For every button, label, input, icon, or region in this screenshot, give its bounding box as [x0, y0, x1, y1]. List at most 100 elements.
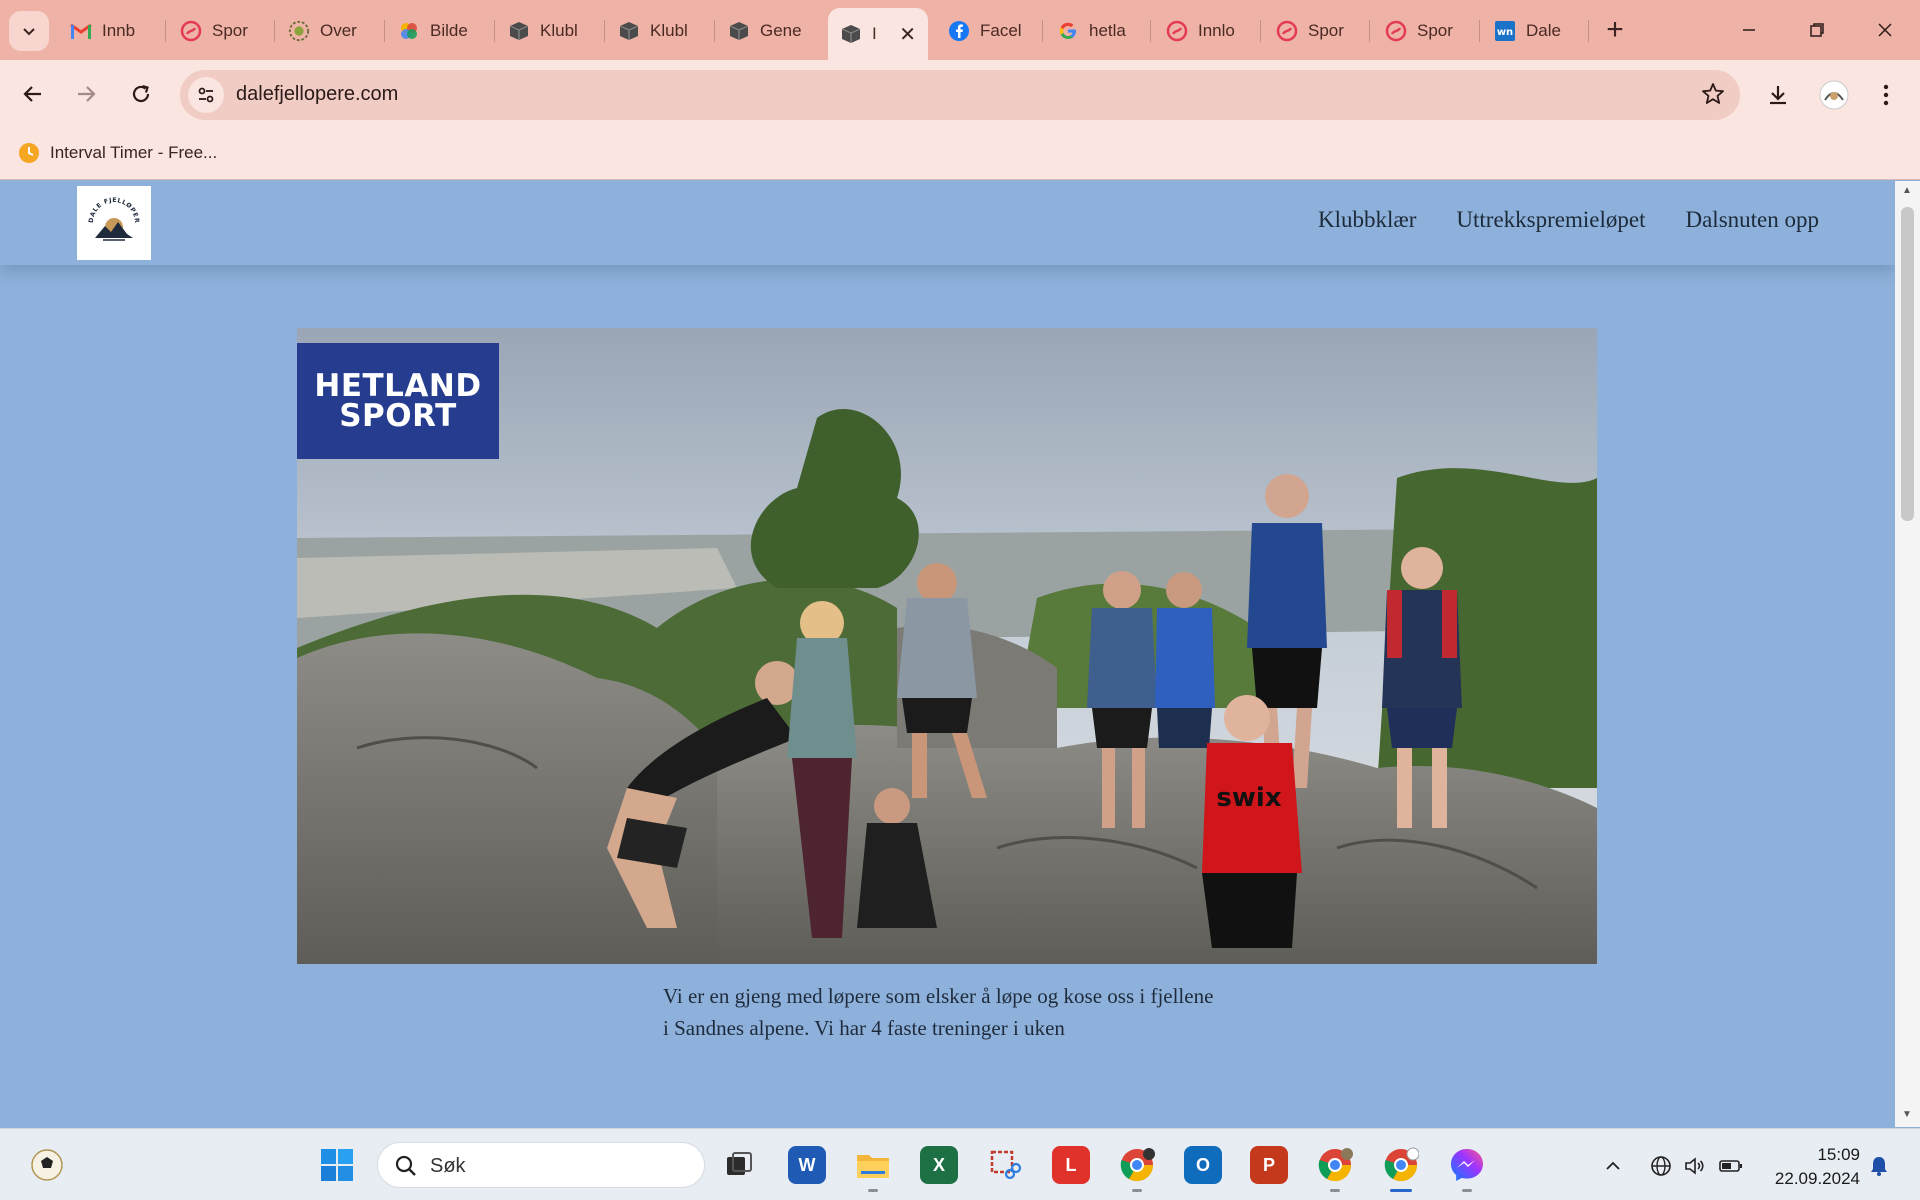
site-logo[interactable]: DALE FJELLØPERE	[77, 186, 151, 260]
page-scrollbar[interactable]: ▲ ▼	[1895, 181, 1920, 1127]
bookmarks-bar: Interval Timer - Free...	[0, 128, 1920, 180]
show-hidden-icons-button[interactable]	[1598, 1151, 1628, 1181]
tab-dale-webnode[interactable]: wn Dale	[1482, 12, 1584, 50]
chrome-icon	[1318, 1148, 1353, 1182]
forward-button[interactable]	[67, 75, 105, 113]
bookmark-star-icon[interactable]	[1700, 81, 1726, 112]
tab-label: Innlo	[1198, 21, 1235, 40]
tab-google[interactable]: hetla	[1045, 12, 1147, 50]
task-view-button[interactable]	[720, 1146, 758, 1184]
minimize-button[interactable]	[1726, 12, 1772, 48]
outlook-app-button[interactable]: O	[1184, 1146, 1222, 1184]
excel-app-button[interactable]: X	[920, 1146, 958, 1184]
sponsor-line: HETLAND	[314, 368, 482, 404]
clock-date: 22.09.2024	[1774, 1169, 1860, 1188]
tab-gmail[interactable]: Innb	[58, 12, 160, 50]
outlook-icon: O	[1195, 1154, 1210, 1175]
strava-icon	[180, 20, 202, 42]
bookmark-interval-timer[interactable]: Interval Timer - Free...	[18, 142, 217, 164]
new-tab-button[interactable]: +	[1598, 14, 1632, 48]
word-icon: W	[798, 1154, 816, 1175]
nav-uttrekkspremielopet[interactable]: Uttrekkspremieløpet	[1456, 207, 1645, 233]
windows-logo-icon	[321, 1149, 353, 1181]
downloads-button[interactable]	[1760, 77, 1796, 113]
browser-menu-button[interactable]	[1868, 77, 1904, 113]
chrome-button-1[interactable]	[1118, 1146, 1156, 1184]
cube-icon	[728, 20, 750, 42]
notifications-button[interactable]	[1864, 1151, 1894, 1181]
tab-strava[interactable]: Spor	[168, 12, 270, 50]
tab-strava-login[interactable]: Innlo	[1154, 12, 1256, 50]
chevron-down-icon	[23, 28, 35, 36]
tab-klubb-1[interactable]: Klubl	[496, 12, 598, 50]
photos-icon	[398, 20, 420, 42]
bookmark-label: Interval Timer - Free...	[50, 143, 218, 162]
start-button[interactable]	[318, 1146, 356, 1184]
tab-gene[interactable]: Gene	[716, 12, 818, 50]
chrome-button-2[interactable]	[1316, 1146, 1354, 1184]
tab-label: Klubl	[650, 21, 688, 40]
excel-icon: X	[932, 1154, 945, 1175]
powerpoint-icon: P	[1262, 1154, 1275, 1175]
tab-strava-3[interactable]: Spor	[1264, 12, 1366, 50]
chrome-button-3-active[interactable]	[1382, 1146, 1420, 1184]
taskbar-clock[interactable]: 15:09 22.09.2024	[1764, 1143, 1860, 1191]
tab-search-button[interactable]	[9, 11, 49, 51]
word-app-button[interactable]: W	[788, 1146, 826, 1184]
restore-button[interactable]	[1794, 12, 1840, 48]
tab-label: Facel	[980, 21, 1022, 40]
tab-strava-4[interactable]: Spor	[1373, 12, 1475, 50]
scroll-up-arrow-icon[interactable]: ▲	[1902, 185, 1912, 196]
hero-photo: swix HETLAND SPORT	[297, 328, 1597, 964]
active-window-indicator	[1390, 1189, 1412, 1192]
minimize-icon	[1743, 29, 1755, 31]
tune-icon	[198, 87, 214, 103]
intro-text: Vi er en gjeng med løpere som elsker å l…	[663, 984, 1214, 1040]
tab-label: Spor	[1417, 21, 1453, 40]
scrollbar-thumb[interactable]	[1901, 207, 1914, 521]
l-app-button[interactable]: L	[1052, 1146, 1090, 1184]
close-tab-icon[interactable]: ✕	[899, 22, 916, 47]
language-network-button[interactable]	[1646, 1151, 1676, 1181]
dale-fjellopere-logo-icon: DALE FJELLØPERE	[83, 192, 140, 241]
tab-active-dale[interactable]: I ✕	[828, 8, 928, 60]
nav-dalsnuten-opp[interactable]: Dalsnuten opp	[1685, 207, 1819, 233]
close-window-button[interactable]	[1862, 12, 1908, 48]
tab-divider	[1479, 20, 1480, 42]
widgets-soccer-ball-icon[interactable]	[28, 1146, 66, 1184]
tab-overview[interactable]: Over	[276, 12, 378, 50]
reload-button[interactable]	[122, 75, 160, 113]
sponsor-badge-hetland-sport: HETLAND SPORT	[297, 343, 499, 459]
nav-klubbklaer[interactable]: Klubbklær	[1318, 207, 1416, 233]
strava-icon	[1166, 20, 1188, 42]
tab-divider	[1150, 20, 1151, 42]
tab-divider	[274, 20, 275, 42]
tab-facebook[interactable]: Facel	[936, 12, 1038, 50]
tab-divider	[604, 20, 605, 42]
tab-photos[interactable]: Bilde	[386, 12, 488, 50]
tab-label: Innb	[102, 21, 136, 40]
back-button[interactable]	[14, 75, 52, 113]
timer-icon	[18, 142, 40, 164]
url-text: dalefjellopere.com	[236, 83, 399, 105]
chevron-up-icon	[1606, 1161, 1620, 1170]
cube-icon	[618, 20, 640, 42]
taskbar-search-box[interactable]: Søk	[377, 1142, 705, 1188]
search-placeholder: Søk	[430, 1155, 466, 1177]
messenger-app-button[interactable]	[1448, 1146, 1486, 1184]
overview-icon	[288, 20, 310, 42]
site-info-button[interactable]	[188, 77, 224, 113]
battery-button[interactable]	[1716, 1151, 1746, 1181]
globe-icon	[1651, 1156, 1671, 1176]
scroll-down-arrow-icon[interactable]: ▼	[1902, 1109, 1912, 1120]
address-bar[interactable]: dalefjellopere.com	[180, 70, 1740, 120]
profile-button[interactable]	[1816, 77, 1852, 113]
file-explorer-button[interactable]	[854, 1146, 892, 1184]
volume-button[interactable]	[1680, 1151, 1710, 1181]
browser-toolbar: dalefjellopere.com	[0, 60, 1920, 128]
task-view-icon	[727, 1152, 752, 1175]
tab-klubb-2[interactable]: Klubl	[606, 12, 708, 50]
tab-divider	[494, 20, 495, 42]
snipping-tool-button[interactable]	[986, 1146, 1024, 1184]
powerpoint-app-button[interactable]: P	[1250, 1146, 1288, 1184]
